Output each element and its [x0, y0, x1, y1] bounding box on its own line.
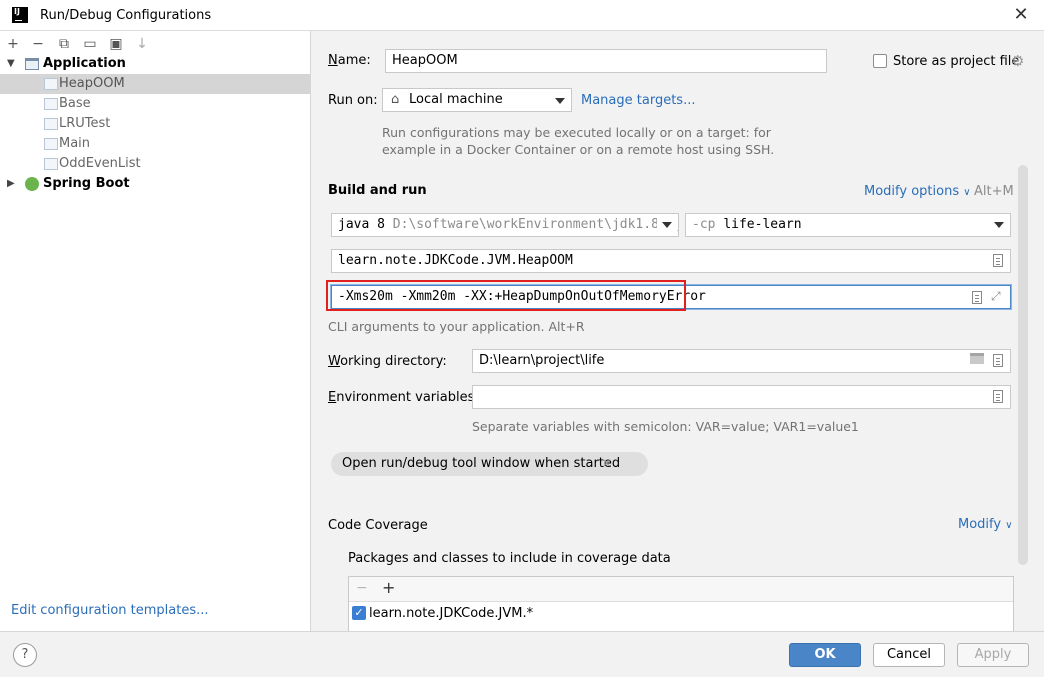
- tree-group-spring-boot[interactable]: ▶ Spring Boot: [0, 174, 310, 194]
- class-config-icon: [44, 138, 58, 150]
- manage-targets-link[interactable]: Manage targets...: [581, 93, 695, 108]
- jre-name: java 8: [338, 217, 385, 232]
- browse-class-icon[interactable]: [993, 254, 1003, 267]
- annotation-highlight-box: [326, 280, 686, 311]
- tree-group-label: Application: [43, 56, 126, 71]
- name-input[interactable]: HeapOOM: [385, 49, 827, 73]
- edit-env-icon[interactable]: [993, 390, 1003, 403]
- run-on-note-line2: example in a Docker Container or on a re…: [382, 142, 775, 157]
- run-on-value: Local machine: [409, 92, 503, 107]
- cp-module: life-learn: [723, 217, 802, 232]
- open-tool-window-chip[interactable]: Open run/debug tool window when started: [331, 452, 649, 476]
- title-bar: IJ Run/Debug Configurations ✕: [0, 0, 1044, 31]
- main-class-input[interactable]: learn.note.JDKCode.JVM.HeapOOM: [331, 249, 1011, 273]
- copy-configuration-icon[interactable]: ⧉: [54, 34, 74, 54]
- remove-pattern-icon[interactable]: −: [356, 580, 368, 596]
- coverage-packages-label: Packages and classes to include in cover…: [348, 551, 671, 566]
- run-on-label: Run on:: [328, 93, 378, 108]
- tree-group-application[interactable]: ▼ Application: [0, 54, 310, 74]
- remove-configuration-icon[interactable]: −: [28, 34, 48, 54]
- macros-icon[interactable]: [993, 354, 1003, 367]
- tree-item-label: HeapOOM: [59, 76, 125, 91]
- ok-button[interactable]: OK: [789, 643, 861, 667]
- working-directory-label: Working directory:: [328, 354, 447, 369]
- chevron-down-icon[interactable]: ▼: [7, 54, 17, 74]
- class-config-icon: [44, 78, 58, 90]
- home-icon: ⌂: [391, 92, 400, 107]
- class-config-icon: [44, 98, 58, 110]
- tree-item-base[interactable]: Base: [0, 94, 310, 114]
- form-scrollbar[interactable]: [1018, 165, 1028, 565]
- tree-item-label: LRUTest: [59, 116, 111, 131]
- tree-group-label: Spring Boot: [43, 176, 130, 191]
- sort-configurations-icon[interactable]: ↓: [132, 34, 152, 54]
- tree-item-heapoom[interactable]: HeapOOM: [0, 74, 310, 94]
- window-title: Run/Debug Configurations: [40, 8, 212, 23]
- cp-flag: -cp: [692, 217, 716, 232]
- environment-variables-label: Environment variables:: [328, 390, 479, 405]
- coverage-entry-label: learn.note.JDKCode.JVM.*: [369, 606, 534, 621]
- tree-item-label: Main: [59, 136, 91, 151]
- class-config-icon: [44, 158, 58, 170]
- name-label: Name:: [328, 53, 371, 68]
- close-icon[interactable]: ✕: [1012, 5, 1030, 25]
- chevron-right-icon[interactable]: ▶: [7, 174, 17, 194]
- environment-variables-input[interactable]: [472, 385, 1011, 409]
- run-on-select[interactable]: Local machine: [382, 88, 572, 112]
- intellij-app-icon: IJ: [12, 7, 28, 23]
- code-coverage-heading: Code Coverage: [328, 518, 428, 533]
- coverage-entry-checkbox[interactable]: ✓: [352, 606, 366, 620]
- jre-path: D:\software\workEnvironment\jdk1.8.0_10: [392, 217, 679, 232]
- store-as-project-checkbox[interactable]: [873, 54, 887, 68]
- gear-icon[interactable]: ⚙: [1011, 52, 1024, 70]
- modify-options-shortcut: Alt+M: [974, 184, 1014, 199]
- fullscreen-expand-icon[interactable]: ⤢: [991, 289, 1001, 304]
- dialog-button-bar: ? OK Cancel Apply: [0, 631, 1044, 677]
- jre-select[interactable]: java 8 D:\software\workEnvironment\jdk1.…: [331, 213, 679, 237]
- application-folder-icon: [25, 58, 39, 70]
- classpath-select[interactable]: -cp life-learn: [685, 213, 1011, 237]
- build-and-run-heading: Build and run: [328, 183, 427, 198]
- apply-button[interactable]: Apply: [957, 643, 1029, 667]
- spring-boot-icon: [25, 177, 39, 191]
- cancel-button[interactable]: Cancel: [873, 643, 945, 667]
- move-to-folder-icon[interactable]: ▣: [106, 34, 126, 54]
- chevron-down-icon[interactable]: [994, 222, 1004, 228]
- coverage-modify-link[interactable]: Modify ∨: [958, 517, 1013, 532]
- add-pattern-icon[interactable]: +: [382, 578, 395, 597]
- cli-arguments-note: CLI arguments to your application. Alt+R: [328, 319, 585, 334]
- tree-item-lrutest[interactable]: LRUTest: [0, 114, 310, 134]
- tree-item-label: Base: [59, 96, 91, 111]
- expand-text-icon[interactable]: [972, 291, 982, 304]
- configurations-tree-pane: + − ⧉ ▭ ▣ ↓ ▼ Application HeapOOM Base L…: [0, 31, 311, 631]
- chevron-down-icon[interactable]: [662, 222, 672, 228]
- tree-item-label: OddEvenList: [59, 156, 141, 171]
- environment-variables-note: Separate variables with semicolon: VAR=v…: [472, 419, 859, 434]
- tree-item-main[interactable]: Main: [0, 134, 310, 154]
- class-config-icon: [44, 118, 58, 130]
- tree-item-oddevenlist[interactable]: OddEvenList: [0, 154, 310, 174]
- folder-icon[interactable]: [970, 353, 984, 364]
- chevron-down-icon[interactable]: [555, 98, 565, 104]
- remove-chip-icon[interactable]: ✕: [602, 457, 611, 470]
- store-as-project-label: Store as project file: [893, 54, 1020, 69]
- help-icon[interactable]: ?: [13, 643, 37, 667]
- coverage-table-toolbar: [349, 577, 1013, 602]
- modify-options-link[interactable]: Modify options ∨: [864, 184, 971, 199]
- working-directory-input[interactable]: D:\learn\project\life: [472, 349, 1011, 373]
- add-configuration-icon[interactable]: +: [3, 34, 23, 54]
- edit-configuration-templates-link[interactable]: Edit configuration templates...: [11, 603, 209, 618]
- chip-label: Open run/debug tool window when started: [342, 456, 621, 471]
- run-on-note-line1: Run configurations may be executed local…: [382, 125, 771, 140]
- save-configuration-icon[interactable]: ▭: [80, 34, 100, 54]
